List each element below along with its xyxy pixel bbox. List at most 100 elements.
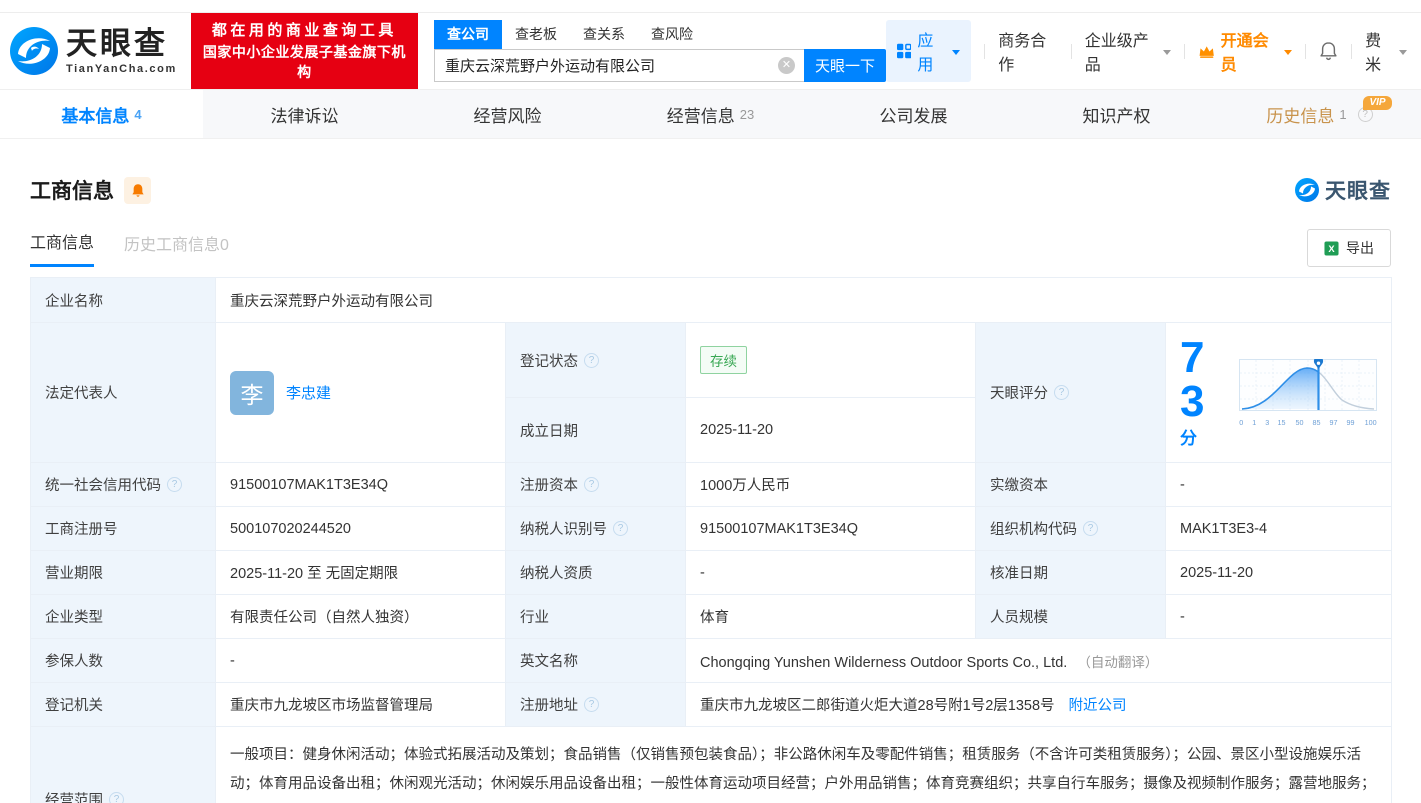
tab-legal-litigation[interactable]: 法律诉讼 — [203, 90, 406, 138]
apps-label: 应用 — [917, 33, 934, 74]
tab-label: 经营信息 — [666, 106, 735, 126]
header-nav: 应用 商务合作 企业级产品 开通会员 费米 — [885, 20, 1408, 82]
search-tab-boss[interactable]: 查老板 — [502, 20, 570, 49]
help-icon[interactable]: ? — [584, 697, 599, 712]
help-icon[interactable]: ? — [584, 352, 599, 368]
org-code-label: 组织机构代码 ? — [975, 506, 1166, 551]
divider — [1305, 43, 1307, 59]
nav-business-cooperation[interactable]: 商务合作 — [998, 27, 1058, 75]
help-icon[interactable]: ? — [109, 791, 124, 803]
slogan-line2: 国家中小企业发展子基金旗下机构 — [202, 43, 406, 80]
legal-rep-cell: 李 李忠建 — [215, 322, 506, 463]
search-tab-risk[interactable]: 查风险 — [638, 20, 706, 49]
chevron-down-icon — [1163, 49, 1172, 55]
slogan-banner: 都在用的商业查询工具 国家中小企业发展子基金旗下机构 — [190, 12, 418, 90]
nav-enterprise-products[interactable]: 企业级产品 — [1085, 27, 1172, 75]
nearby-companies-link[interactable]: 附近公司 — [1069, 698, 1127, 714]
score-cell[interactable]: 73分 0 1 3 15 50 85 97 99 100 — [1164, 322, 1393, 463]
vip-badge: VIP — [1363, 96, 1392, 110]
label-text: 统一社会信用代码 — [45, 478, 161, 494]
business-term-label: 营业期限 — [30, 550, 216, 595]
score-axis-ticks: 01 3 15 50 85 97 99 100 — [1239, 417, 1377, 427]
taxpayer-id-label: 纳税人识别号 ? — [505, 506, 686, 551]
tab-label: 历史信息 — [1266, 106, 1335, 126]
tianyancha-swirl-icon — [10, 27, 58, 75]
address-value: 重庆市九龙坡区二郎街道火炬大道28号附1号2层1358号 附近公司 — [684, 682, 1393, 727]
help-icon[interactable]: ? — [613, 521, 628, 536]
subscribe-bell-button[interactable] — [124, 176, 151, 204]
company-section-tabs: 基本信息 4 法律诉讼 经营风险 经营信息 23 公司发展 知识产权 VIP 历… — [0, 89, 1421, 139]
tab-basic-info[interactable]: 基本信息 4 — [0, 90, 203, 138]
tab-label: 经营风险 — [473, 106, 542, 126]
watermark-text: 天眼查 — [1325, 180, 1391, 203]
org-code-value: MAK1T3E3-4 — [1164, 506, 1393, 551]
table-row: 法定代表人 李 李忠建 登记状态 ? 存续 天眼评分 ? 73分 0 1 3 1… — [30, 321, 1393, 463]
company-type-label: 企业类型 — [30, 594, 216, 639]
excel-icon: X — [1324, 240, 1339, 256]
establish-date-value: 2025-11-20 — [685, 397, 976, 463]
table-row: 统一社会信用代码 ? 91500107MAK1T3E34Q 注册资本 ? 100… — [30, 462, 1393, 507]
business-scope-value: 一般项目：健身休闲活动；体验式拓展活动及策划；食品销售（仅销售预包装食品）；非公… — [214, 726, 1393, 803]
reg-capital-label: 注册资本 ? — [505, 462, 686, 507]
search-button[interactable]: 天眼一下 — [803, 49, 886, 82]
table-row: 企业名称 重庆云深荒野户外运动有限公司 — [30, 277, 1393, 323]
approval-date-value: 2025-11-20 — [1164, 550, 1393, 595]
taxpayer-id-value: 91500107MAK1T3E34Q — [685, 506, 976, 551]
address-label: 注册地址 ? — [505, 682, 686, 727]
help-icon[interactable]: ? — [1083, 521, 1098, 536]
tab-intellectual-property[interactable]: 知识产权 — [1015, 90, 1218, 138]
table-row: 经营范围 ? 一般项目：健身休闲活动；体验式拓展活动及策划；食品销售（仅销售预包… — [30, 726, 1393, 803]
help-icon[interactable]: ? — [167, 477, 182, 492]
legal-rep-label: 法定代表人 — [30, 322, 216, 463]
help-icon[interactable]: ? — [584, 477, 599, 492]
apps-menu[interactable]: 应用 — [885, 20, 972, 82]
company-name-value: 重庆云深荒野户外运动有限公司 — [214, 277, 1393, 323]
logo-title: 天眼查 — [66, 25, 168, 61]
search-tab-relation[interactable]: 查关系 — [570, 20, 638, 49]
help-icon[interactable]: ? — [1054, 385, 1069, 400]
english-name-text: Chongqing Yunshen Wilderness Outdoor Spo… — [700, 654, 1068, 671]
tab-company-development[interactable]: 公司发展 — [812, 90, 1015, 138]
tab-label: 公司发展 — [879, 106, 948, 126]
header: 天眼查 TianYanCha.com 都在用的商业查询工具 国家中小企业发展子基… — [0, 12, 1421, 90]
top-divider — [0, 0, 1421, 13]
apps-grid-icon — [896, 43, 912, 59]
reg-authority-label: 登记机关 — [30, 682, 216, 727]
clear-search-icon[interactable]: ✕ — [777, 57, 795, 74]
tab-label: 知识产权 — [1082, 106, 1151, 126]
tab-operation-info[interactable]: 经营信息 23 — [609, 90, 812, 138]
export-button[interactable]: X 导出 — [1307, 229, 1391, 267]
label-text: 纳税人识别号 — [520, 522, 607, 538]
english-name-label: 英文名称 — [505, 638, 686, 683]
cooperation-label: 商务合作 — [998, 33, 1047, 74]
tab-operation-risk[interactable]: 经营风险 — [406, 90, 609, 138]
search-box: 查公司 查老板 查关系 查风险 ✕ 天眼一下 — [433, 20, 886, 82]
address-text: 重庆市九龙坡区二郎街道火炬大道28号附1号2层1358号 — [700, 698, 1055, 714]
search-input[interactable] — [433, 49, 804, 82]
reg-capital-value: 1000万人民币 — [685, 462, 976, 507]
subtab-history-business-info[interactable]: 历史工商信息0 — [124, 231, 229, 266]
user-menu[interactable]: 费米 — [1365, 27, 1408, 75]
tab-label: 法律诉讼 — [270, 106, 339, 126]
insured-count-value: - — [215, 638, 506, 683]
chevron-down-icon — [1284, 49, 1293, 55]
tab-label: 基本信息 — [61, 106, 130, 126]
industry-label: 行业 — [505, 594, 686, 639]
search-tab-company[interactable]: 查公司 — [433, 20, 502, 49]
subtab-business-info[interactable]: 工商信息 — [30, 229, 95, 267]
label-text: 注册资本 — [520, 478, 578, 494]
tianyancha-logo[interactable]: 天眼查 TianYanCha.com — [10, 27, 177, 75]
legal-rep-link[interactable]: 李忠建 — [286, 382, 331, 403]
label-text: 注册地址 — [520, 698, 578, 714]
label-text: 组织机构代码 — [990, 522, 1077, 538]
enterprise-label: 企业级产品 — [1084, 33, 1149, 74]
notifications-bell-icon[interactable] — [1319, 41, 1338, 61]
industry-value: 体育 — [685, 594, 976, 639]
business-info-table: 企业名称 重庆云深荒野户外运动有限公司 法定代表人 李 李忠建 登记状态 ? 存… — [30, 277, 1393, 803]
table-row: 营业期限 2025-11-20 至 无固定期限 纳税人资质 - 核准日期 202… — [30, 550, 1393, 595]
taxpayer-qualification-value: - — [685, 550, 976, 595]
avatar[interactable]: 李 — [230, 370, 274, 415]
open-vip-button[interactable]: 开通会员 — [1198, 27, 1293, 75]
tab-history-info[interactable]: VIP 历史信息 1 ? — [1218, 90, 1421, 138]
bell-icon — [131, 183, 144, 197]
